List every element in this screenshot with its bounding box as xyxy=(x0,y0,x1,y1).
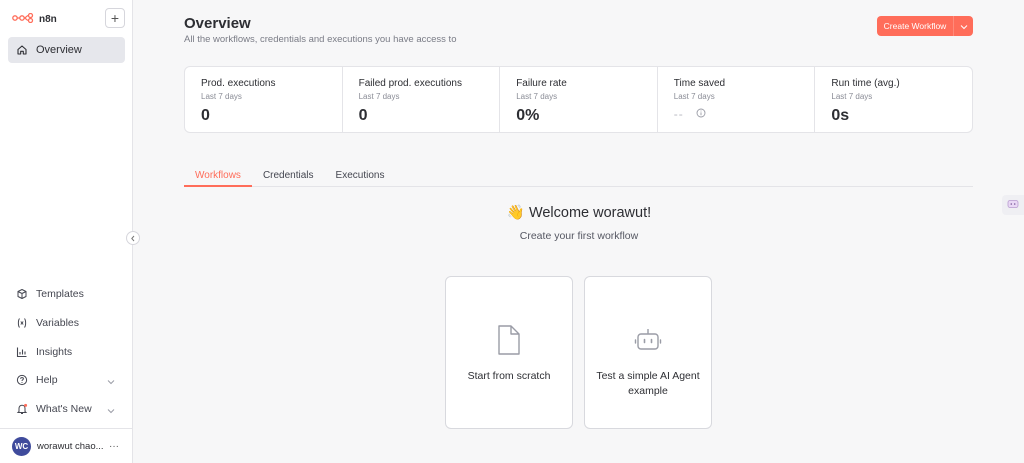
stat-title: Run time (avg.) xyxy=(831,78,900,89)
sidebar-item-overview[interactable]: Overview xyxy=(8,37,125,63)
stat-title: Failed prod. executions xyxy=(358,78,462,89)
stat-period: Last 7 days xyxy=(516,92,558,101)
robot-icon xyxy=(634,323,662,357)
create-workflow-dropdown-button[interactable] xyxy=(954,16,973,36)
tab-bar: Workflows Credentials Executions xyxy=(184,165,973,187)
create-workflow-split-button: Create Workflow xyxy=(877,16,973,36)
create-workflow-button[interactable]: Create Workflow xyxy=(877,16,954,36)
stat-prod-executions[interactable]: Prod. executions Last 7 days 0 xyxy=(185,67,343,132)
help-icon xyxy=(16,374,28,386)
sidebar-item-insights[interactable]: Insights xyxy=(8,337,125,366)
chart-icon xyxy=(16,346,28,358)
file-icon xyxy=(496,323,522,357)
sidebar-item-label: Help xyxy=(36,374,58,387)
logo[interactable]: n8n xyxy=(12,10,57,28)
stat-run-time[interactable]: Run time (avg.) Last 7 days 0s xyxy=(815,67,972,132)
user-menu[interactable]: WC worawut chao... ··· xyxy=(0,428,133,463)
info-icon[interactable] xyxy=(696,107,706,121)
stat-title: Failure rate xyxy=(516,78,567,89)
stat-value: 0% xyxy=(516,107,540,124)
stat-title: Prod. executions xyxy=(201,78,276,89)
chevron-down-icon xyxy=(107,405,115,417)
stat-value: 0 xyxy=(358,107,368,124)
stat-period: Last 7 days xyxy=(831,92,873,101)
sidebar-item-label: Templates xyxy=(36,288,84,301)
main-content: Overview All the workflows, credentials … xyxy=(134,0,1024,463)
card-label: Test a simple AI Agent example xyxy=(596,370,700,397)
more-options-icon[interactable]: ··· xyxy=(109,441,119,452)
sidebar-bottom-nav: Templates Variables Insights Help What's… xyxy=(8,280,125,423)
sidebar-item-whats-new[interactable]: What's New xyxy=(8,395,125,424)
chevron-down-icon xyxy=(960,17,968,35)
sidebar-item-variables[interactable]: Variables xyxy=(8,309,125,338)
avatar: WC xyxy=(12,436,31,456)
welcome-heading: 👋 Welcome worawut! xyxy=(134,204,1024,221)
logo-text: n8n xyxy=(39,13,57,25)
welcome-subtitle: Create your first workflow xyxy=(519,230,639,242)
add-button[interactable]: + xyxy=(105,8,125,28)
welcome-title: Welcome worawut! xyxy=(528,205,652,221)
stat-value: -- xyxy=(673,107,684,121)
stat-failed-executions[interactable]: Failed prod. executions Last 7 days 0 xyxy=(343,67,501,132)
sidebar-item-label: Variables xyxy=(36,317,79,330)
sidebar-item-label: Insights xyxy=(36,345,73,358)
stat-failure-rate[interactable]: Failure rate Last 7 days 0% xyxy=(500,67,658,132)
page-subtitle: All the workflows, credentials and execu… xyxy=(184,34,457,45)
assistant-widget-button[interactable] xyxy=(1002,195,1024,215)
box-icon xyxy=(16,288,28,300)
sidebar-item-label: What's New xyxy=(36,403,92,416)
sidebar-item-label: Overview xyxy=(36,44,82,56)
tab-executions[interactable]: Executions xyxy=(325,165,396,186)
sidebar-item-templates[interactable]: Templates xyxy=(8,280,125,309)
start-from-scratch-card[interactable]: Start from scratch xyxy=(445,276,573,429)
user-name: worawut chao... xyxy=(37,440,103,452)
tab-credentials[interactable]: Credentials xyxy=(252,165,325,186)
tab-workflows[interactable]: Workflows xyxy=(184,165,252,187)
card-label: Start from scratch xyxy=(467,370,551,382)
stat-title: Time saved xyxy=(673,78,726,89)
assistant-icon xyxy=(1007,196,1019,214)
home-icon xyxy=(16,44,28,56)
stat-period: Last 7 days xyxy=(358,92,400,101)
page-title: Overview xyxy=(184,15,251,32)
chevron-down-icon xyxy=(107,376,115,388)
variables-icon xyxy=(16,317,28,329)
ai-agent-example-card[interactable]: Test a simple AI Agent example xyxy=(584,276,712,429)
stat-period: Last 7 days xyxy=(201,92,242,101)
sidebar: n8n + Overview Templates Variables Insig… xyxy=(0,0,133,463)
sidebar-item-help[interactable]: Help xyxy=(8,366,125,395)
stat-time-saved[interactable]: Time saved Last 7 days -- xyxy=(658,67,816,132)
insights-summary: Prod. executions Last 7 days 0 Failed pr… xyxy=(184,66,973,133)
stat-value-container: -- xyxy=(674,107,815,121)
bell-icon xyxy=(16,403,28,415)
stat-period: Last 7 days xyxy=(673,92,715,101)
stat-value: 0 xyxy=(201,107,210,124)
n8n-logo-icon xyxy=(12,10,34,28)
waving-hand-icon: 👋 xyxy=(506,205,525,221)
stat-value: 0s xyxy=(831,107,850,124)
